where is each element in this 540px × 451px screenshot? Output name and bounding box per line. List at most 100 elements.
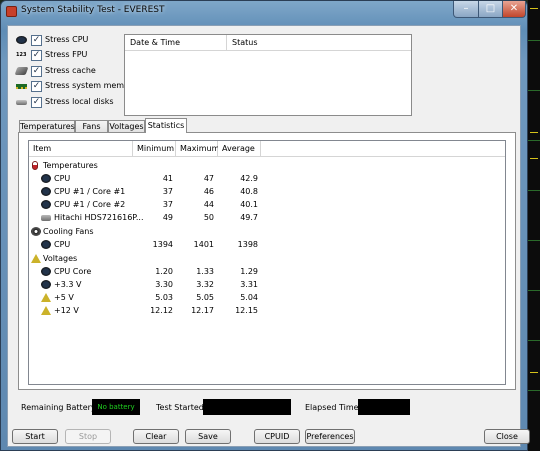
disk-icon	[16, 100, 27, 105]
elapsed-time-value	[358, 399, 410, 415]
row-item: +3.3 V	[54, 280, 82, 289]
voltage-icon	[41, 306, 51, 315]
row-item: CPU Core	[54, 267, 92, 276]
row-item: +12 V	[54, 306, 79, 315]
preferences-button[interactable]: Preferences	[305, 429, 355, 444]
row-max: 46	[203, 187, 214, 196]
title-bar[interactable]: System Stability Test - EVEREST – □ ✕	[1, 1, 527, 23]
table-row[interactable]: CPU 41 47 42.9	[29, 172, 505, 185]
group-row-temperatures[interactable]: Temperatures	[29, 159, 505, 172]
row-item: CPU	[54, 240, 71, 249]
row-avg: 5.04	[240, 293, 258, 302]
row-min: 1.20	[155, 267, 173, 276]
battery-value: No battery	[92, 399, 140, 415]
row-max: 1401	[193, 240, 214, 249]
statistics-panel: Item Minimum Maximum Average Temperature…	[18, 132, 516, 390]
cpu-icon	[41, 187, 51, 196]
save-button[interactable]: Save	[185, 429, 231, 444]
table-row[interactable]: Hitachi HDS721616P... 49 50 49.7	[29, 211, 505, 224]
col-average[interactable]: Average	[218, 141, 261, 157]
fan-icon	[31, 227, 41, 236]
cpu-icon	[41, 174, 51, 183]
stress-cache-checkbox[interactable]: ✓	[31, 66, 42, 77]
stress-disks-option[interactable]: ✓ Stress local disks	[16, 96, 128, 110]
stress-cpu-option[interactable]: ✓ Stress CPU	[16, 34, 128, 48]
row-min: 37	[162, 187, 173, 196]
start-button[interactable]: Start	[12, 429, 58, 444]
group-label: Temperatures	[43, 161, 98, 170]
row-avg: 1398	[237, 240, 258, 249]
log-header-status[interactable]: Status	[227, 35, 411, 51]
cpuid-button[interactable]: CPUID	[254, 429, 300, 444]
voltage-icon	[31, 254, 41, 263]
row-avg: 42.9	[240, 174, 258, 183]
col-spacer	[261, 141, 505, 157]
cpu-icon	[41, 267, 51, 276]
row-min: 3.30	[155, 280, 173, 289]
voltage-icon	[41, 293, 51, 302]
tab-statistics[interactable]: Statistics	[145, 118, 187, 133]
row-max: 50	[203, 213, 214, 222]
stress-fpu-checkbox[interactable]: ✓	[31, 50, 42, 61]
row-min: 37	[162, 200, 173, 209]
col-minimum[interactable]: Minimum	[133, 141, 176, 157]
row-max: 3.32	[196, 280, 214, 289]
row-min: 1394	[152, 240, 173, 249]
maximize-icon: □	[485, 3, 496, 14]
minimize-button[interactable]: –	[453, 1, 479, 18]
window-client-area: ✓ Stress CPU 123 ✓ Stress FPU ✓ Stress c…	[7, 25, 530, 447]
battery-label: Remaining Battery:	[21, 403, 98, 412]
memory-module-icon	[16, 84, 27, 89]
stress-memory-option[interactable]: ✓ Stress system memory	[16, 80, 137, 94]
minimize-icon: –	[463, 3, 469, 14]
row-min: 49	[162, 213, 173, 222]
log-header-datetime[interactable]: Date & Time	[125, 35, 227, 51]
stress-cache-option[interactable]: ✓ Stress cache	[14, 65, 128, 79]
window-close-button[interactable]: ✕	[502, 1, 526, 18]
row-item: Hitachi HDS721616P...	[54, 213, 144, 222]
table-row[interactable]: +5 V 5.03 5.05 5.04	[29, 291, 505, 304]
fpu-icon: 123	[16, 52, 27, 58]
table-row[interactable]: +3.3 V 3.30 3.32 3.31	[29, 278, 505, 291]
stress-fpu-option[interactable]: 123 ✓ Stress FPU	[16, 49, 128, 63]
table-row[interactable]: CPU 1394 1401 1398	[29, 238, 505, 251]
table-row[interactable]: +12 V 12.12 12.17 12.15	[29, 304, 505, 317]
col-maximum[interactable]: Maximum	[176, 141, 219, 157]
stress-cpu-checkbox[interactable]: ✓	[31, 35, 42, 46]
event-log-list[interactable]: Date & Time Status	[124, 34, 412, 116]
thermometer-icon	[32, 161, 38, 170]
stress-disks-checkbox[interactable]: ✓	[31, 97, 42, 108]
statistics-table[interactable]: Item Minimum Maximum Average Temperature…	[28, 140, 506, 385]
stability-test-window: System Stability Test - EVEREST – □ ✕ ✓ …	[0, 0, 530, 451]
cache-icon	[14, 67, 29, 75]
group-row-cooling-fans[interactable]: Cooling Fans	[29, 225, 505, 238]
close-button[interactable]: Close	[484, 429, 530, 444]
stop-button[interactable]: Stop	[65, 429, 111, 444]
row-max: 44	[203, 200, 214, 209]
table-row[interactable]: CPU #1 / Core #2 37 44 40.1	[29, 198, 505, 211]
cpu-chip-icon	[16, 36, 27, 44]
cpu-icon	[41, 240, 51, 249]
cpu-icon	[41, 280, 51, 289]
row-avg: 40.1	[240, 200, 258, 209]
row-avg: 12.15	[235, 306, 258, 315]
stress-memory-checkbox[interactable]: ✓	[31, 81, 42, 92]
row-item: CPU #1 / Core #1	[54, 187, 126, 196]
clear-button[interactable]: Clear	[133, 429, 179, 444]
row-max: 47	[203, 174, 214, 183]
col-item[interactable]: Item	[29, 141, 133, 157]
row-item: CPU	[54, 174, 71, 183]
row-min: 5.03	[155, 293, 173, 302]
group-row-voltages[interactable]: Voltages	[29, 252, 505, 265]
maximize-button[interactable]: □	[478, 1, 503, 18]
row-max: 12.17	[191, 306, 214, 315]
table-row[interactable]: CPU #1 / Core #1 37 46 40.8	[29, 185, 505, 198]
stress-disks-label: Stress local disks	[45, 97, 114, 106]
test-started-label: Test Started:	[156, 403, 207, 412]
group-label: Cooling Fans	[43, 227, 94, 236]
table-row[interactable]: CPU Core 1.20 1.33 1.29	[29, 265, 505, 278]
stress-cache-label: Stress cache	[45, 66, 96, 75]
row-max: 5.05	[196, 293, 214, 302]
group-label: Voltages	[43, 254, 78, 263]
stress-cpu-label: Stress CPU	[45, 35, 89, 44]
